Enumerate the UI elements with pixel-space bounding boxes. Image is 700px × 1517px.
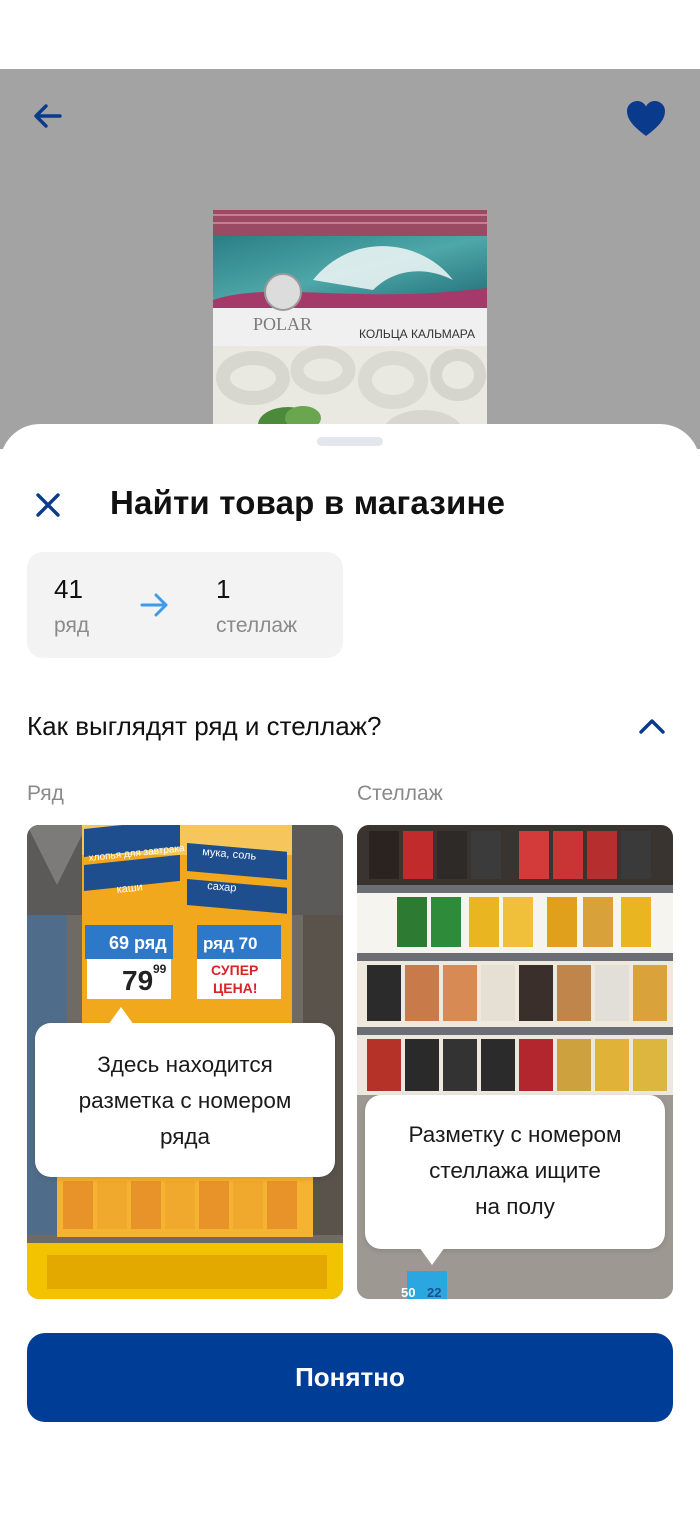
shelf-hint-bubble: Разметку с номером стеллажа ищите на пол… [365, 1095, 665, 1265]
floor-mark-text: 22 [427, 1285, 441, 1299]
row-example-photo: хлопья для завтрака мука, соль каши саха… [27, 825, 343, 1299]
svg-text:POLAR: POLAR [253, 314, 312, 334]
shelf-hint-line: стеллажа ищите [429, 1158, 601, 1183]
arrow-left-icon [34, 104, 62, 128]
close-button[interactable] [30, 487, 66, 523]
svg-text:КОЛЬЦА КАЛЬМАРА: КОЛЬЦА КАЛЬМАРА [359, 327, 475, 341]
shelf-label: стеллаж [216, 614, 298, 637]
confirm-button[interactable]: Понятно [27, 1333, 673, 1422]
bubble-tail [108, 1007, 134, 1025]
row-label: ряд [54, 614, 90, 637]
sheet-title: Найти товар в магазине [110, 484, 506, 521]
row-hint-line: разметка с номером [78, 1088, 292, 1113]
heart-icon [627, 101, 665, 136]
find-in-store-sheet: Найти товар в магазине 41 ряд 1 стеллаж … [0, 424, 700, 1517]
sign-text: ряд 70 [203, 934, 258, 953]
back-button[interactable] [30, 98, 66, 134]
sign-text: сахар [207, 880, 237, 895]
shelf-example-photo: 50 22 Разметку с номером стеллажа ищите … [357, 825, 673, 1299]
shelf-column-label: Стеллаж [357, 782, 443, 805]
row-hint-line: Здесь находится [97, 1052, 273, 1077]
chevron-up-icon [639, 719, 665, 734]
close-icon [36, 493, 60, 517]
row-hint-bubble: Здесь находится разметка с номером ряда [35, 1007, 335, 1177]
price-text: 79 [122, 965, 153, 996]
row-hint-line: ряда [159, 1124, 211, 1149]
row-column-label: Ряд [27, 782, 64, 805]
sign-text: 69 ряд [109, 933, 167, 953]
shelf-hint-line: на полу [475, 1194, 555, 1219]
screen: POLAR КОЛЬЦА КАЛЬМАРА Найти товар в мага… [0, 0, 700, 1517]
sheet-grabber[interactable] [317, 437, 383, 446]
favorite-button[interactable] [624, 98, 668, 138]
floor-mark-text: 50 [401, 1285, 415, 1299]
faq-question[interactable]: Как выглядят ряд и стеллаж? [27, 711, 382, 742]
location-card: 41 ряд 1 стеллаж [27, 552, 343, 658]
sign-text: ЦЕНА! [213, 980, 257, 996]
row-number: 41 [54, 574, 83, 604]
bubble-tail [419, 1247, 445, 1265]
collapse-toggle[interactable] [636, 714, 668, 738]
arrow-right-icon [140, 593, 168, 617]
shelf-hint-line: Разметку с номером [408, 1122, 622, 1147]
sign-text: СУПЕР [211, 962, 258, 978]
price-text: 99 [153, 962, 167, 976]
shelf-number: 1 [216, 574, 231, 604]
product-image: POLAR КОЛЬЦА КАЛЬМАРА [213, 210, 487, 450]
